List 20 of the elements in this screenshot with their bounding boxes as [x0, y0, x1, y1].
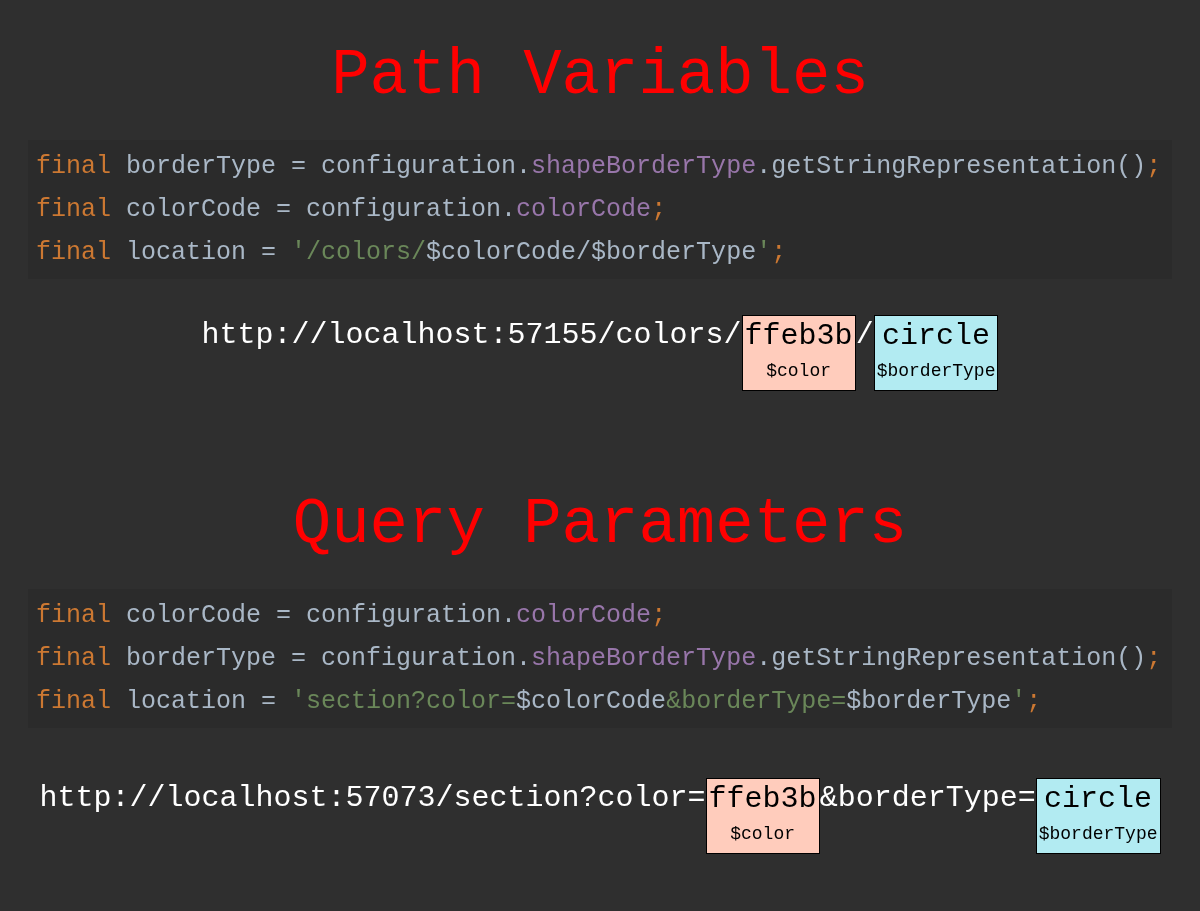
param-label: $color	[766, 360, 832, 383]
code-line: final location = 'section?color=$colorCode&borderType=$borderType';	[36, 686, 1043, 718]
param-value: ffeb3b	[744, 318, 853, 355]
code-line: final borderType = configuration.shapeBorderType.getStringRepresentation();	[36, 643, 1163, 675]
code-line: final colorCode = configuration.colorCode;	[36, 194, 668, 226]
code-line: final location = '/colors/$colorCode/$borderType';	[36, 237, 788, 269]
url-text: http://localhost:57073/section?color=	[39, 780, 706, 817]
url-text: /	[855, 317, 874, 354]
param-label: $color	[730, 823, 795, 846]
url-text: http://localhost:57155/colors/	[201, 317, 742, 354]
param-value: ffeb3b	[708, 781, 817, 818]
code-line: final borderType = configuration.shapeBorderType.getStringRepresentation();	[36, 151, 1163, 183]
param-value: circle	[882, 318, 991, 355]
param-value: circle	[1044, 781, 1153, 818]
url-text: &borderType=	[819, 780, 1036, 817]
section-title: Query Parameters	[292, 488, 908, 563]
param-label: $borderType	[1038, 823, 1158, 846]
param-label: $borderType	[876, 360, 996, 383]
code-line: final colorCode = configuration.colorCode;	[36, 600, 668, 632]
section-title: Path Variables	[331, 39, 869, 114]
